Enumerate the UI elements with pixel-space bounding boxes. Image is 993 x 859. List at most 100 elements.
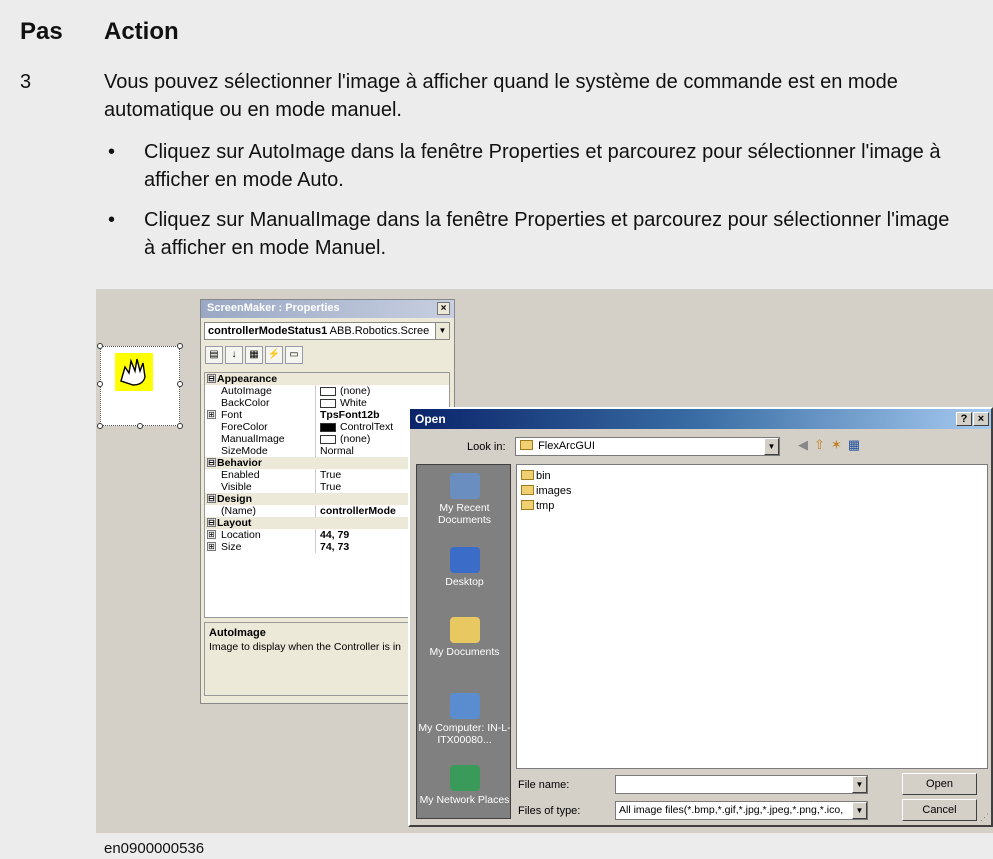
resize-handle[interactable] <box>97 343 103 349</box>
property-name: Behavior <box>217 457 262 469</box>
place-recent[interactable]: My Recent Documents <box>417 473 512 526</box>
bullet-glyph: • <box>108 209 116 231</box>
property-name: AutoImage <box>221 385 272 397</box>
place-documents[interactable]: My Documents <box>417 617 512 658</box>
properties-icon[interactable]: ▦ <box>245 346 263 364</box>
property-value[interactable]: (none) <box>315 385 449 397</box>
property-value-text: ControlText <box>340 421 394 433</box>
property-name: Design <box>217 493 253 505</box>
hand-icon <box>115 353 153 391</box>
property-name: Size <box>221 541 242 553</box>
step-content: Vous pouvez sélectionner l'image à affic… <box>104 68 974 259</box>
resize-handle[interactable] <box>97 423 103 429</box>
place-label: My Network Places <box>419 794 510 806</box>
navigation-toolbar: ◀⇧✶▦ <box>798 437 866 453</box>
file-name: bin <box>536 470 551 482</box>
cancel-button[interactable]: Cancel <box>902 799 977 821</box>
chevron-down-icon[interactable]: ▼ <box>852 802 867 819</box>
place-label: My Documents <box>429 646 500 658</box>
chevron-down-icon[interactable]: ▼ <box>852 776 867 793</box>
place-network[interactable]: My Network Places <box>417 765 512 806</box>
controller-mode-status-control[interactable] <box>97 343 183 429</box>
resize-handle[interactable] <box>137 423 143 429</box>
color-swatch <box>320 434 336 444</box>
file-name-input[interactable]: ▼ <box>615 775 868 794</box>
property-name: SizeMode <box>221 445 268 457</box>
expand-icon[interactable]: ⊞ <box>207 542 216 551</box>
expand-icon[interactable]: ⊞ <box>207 530 216 539</box>
resize-grip-icon[interactable]: ⋰ <box>980 812 989 823</box>
properties-toolbar: ▤ ↓ ▦ ⚡ ▭ <box>204 344 450 368</box>
documents-folder-icon <box>449 617 480 643</box>
close-icon[interactable]: × <box>437 302 450 315</box>
place-computer[interactable]: My Computer: IN-L-ITX00080... <box>417 693 512 746</box>
open-dialog-title: Open <box>415 412 446 426</box>
property-name: Layout <box>217 517 252 529</box>
chevron-down-icon[interactable]: ▼ <box>764 438 779 455</box>
property-name: Location <box>221 529 261 541</box>
property-category[interactable]: ⊟ Appearance <box>205 373 449 385</box>
look-in-select[interactable]: FlexArcGUI ▼ <box>515 437 780 456</box>
close-icon[interactable]: × <box>973 412 989 426</box>
chevron-down-icon[interactable]: ▼ <box>435 323 449 339</box>
property-value-text: (none) <box>340 385 371 397</box>
resize-handle[interactable] <box>177 423 183 429</box>
property-name: ForeColor <box>221 421 268 433</box>
open-dialog-title-bar: Open ? × <box>410 409 991 429</box>
file-name: images <box>536 485 572 497</box>
file-type-select[interactable]: All image files(*.bmp,*.gif,*.jpg,*.jpeg… <box>615 801 868 820</box>
collapse-icon[interactable]: ⊟ <box>207 518 216 527</box>
categorized-icon[interactable]: ▤ <box>205 346 223 364</box>
file-name-label: File name: <box>518 779 570 791</box>
place-desktop[interactable]: Desktop <box>417 547 512 588</box>
view-menu-icon[interactable]: ▦ <box>848 437 866 452</box>
resize-handle[interactable] <box>177 381 183 387</box>
file-type-label: Files of type: <box>518 805 581 817</box>
property-value-text: controllerMode <box>320 505 396 517</box>
resize-handle[interactable] <box>177 343 183 349</box>
collapse-icon[interactable]: ⊟ <box>207 374 216 383</box>
list-item[interactable]: images <box>517 484 987 499</box>
place-label: My Recent Documents <box>437 502 492 526</box>
table-header: Pas Action <box>0 0 993 63</box>
resize-handle[interactable] <box>97 381 103 387</box>
open-button[interactable]: Open <box>902 773 977 795</box>
help-icon[interactable]: ? <box>956 412 972 426</box>
property-name: BackColor <box>221 397 270 409</box>
property-row[interactable]: AutoImage (none) <box>205 385 449 397</box>
new-folder-icon[interactable]: ✶ <box>831 437 848 452</box>
object-type: ABB.Robotics.Scree <box>329 325 430 337</box>
back-icon[interactable]: ◀ <box>798 437 814 452</box>
events-icon[interactable]: ⚡ <box>265 346 283 364</box>
expand-icon[interactable]: ⊞ <box>207 410 216 419</box>
properties-title: ScreenMaker : Properties <box>207 302 340 314</box>
collapse-icon[interactable]: ⊟ <box>207 494 216 503</box>
property-value-text: TpsFont12b <box>320 409 380 421</box>
list-item[interactable]: bin <box>517 469 987 484</box>
color-swatch <box>320 398 336 408</box>
bullet-item: • Cliquez sur ManualImage dans la fenêtr… <box>108 206 964 262</box>
object-selector[interactable]: controllerModeStatus1 ABB.Robotics.Scree… <box>204 322 450 340</box>
property-name: ManualImage <box>221 433 285 445</box>
property-value-text: 74, 73 <box>320 541 350 553</box>
properties-title-bar: ScreenMaker : Properties × <box>201 300 454 318</box>
collapse-icon[interactable]: ⊟ <box>207 458 216 467</box>
folder-icon <box>520 440 533 450</box>
file-name: tmp <box>536 500 555 512</box>
bullet-text: Cliquez sur ManualImage dans la fenêtre … <box>144 209 950 259</box>
open-dialog: Open ? × Look in: FlexArcGUI ▼ ◀⇧✶▦ My Re… <box>408 407 993 827</box>
property-value-text: Normal <box>320 445 354 457</box>
property-value-text: 44, 79 <box>320 529 350 541</box>
bullet-text: Cliquez sur AutoImage dans la fenêtre Pr… <box>144 141 941 191</box>
table-row: 3 Vous pouvez sélectionner l'image à aff… <box>0 63 993 859</box>
color-swatch <box>320 422 336 432</box>
up-folder-icon[interactable]: ⇧ <box>814 437 831 452</box>
property-pages-icon[interactable]: ▭ <box>285 346 303 364</box>
bullet-item: • Cliquez sur AutoImage dans la fenêtre … <box>108 138 964 194</box>
object-name: controllerModeStatus1 <box>208 325 328 337</box>
alphabetical-icon[interactable]: ↓ <box>225 346 243 364</box>
column-header-action: Action <box>104 18 179 45</box>
property-value-text: (none) <box>340 433 371 445</box>
file-list: bin images tmp <box>516 464 988 769</box>
list-item[interactable]: tmp <box>517 499 987 514</box>
